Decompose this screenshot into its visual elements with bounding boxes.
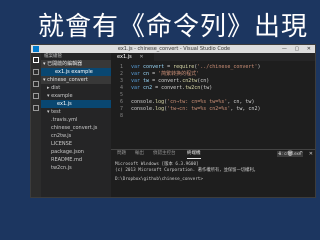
- file-tree-item[interactable]: chinese_convert.js: [41, 124, 111, 132]
- code-token: , cn, tw): [227, 99, 255, 105]
- explorer-tree: ▾ 已開啟的編輯器 ex1.js example ▾ chinese_convert…: [41, 60, 111, 172]
- tab-ex1-js[interactable]: ex1.js ✕: [111, 53, 154, 61]
- file-tree-item[interactable]: cn2tw.js: [41, 132, 111, 140]
- explorer-icon[interactable]: [33, 57, 39, 63]
- code-token: 'cn→tw: cn=%s tw=%s': [167, 99, 228, 105]
- code-token: log: [155, 99, 165, 105]
- code-token: cn2: [143, 85, 153, 91]
- explorer-sidebar: 檔案總管 ▾ 已開啟的編輯器 ex1.js example ▾ chinese_co…: [41, 53, 111, 197]
- code-line[interactable]: 4 var cn2 = convert.tw2cn(tw): [111, 85, 315, 92]
- file-tree-item[interactable]: ▾ example: [41, 92, 111, 100]
- editor-tab-bar: ex1.js ✕: [111, 53, 315, 61]
- code-line[interactable]: 6 console.log('cn→tw: cn=%s tw=%s', cn, t…: [111, 99, 315, 106]
- code-area[interactable]: 1 var convert = require('../chinese_conve…: [111, 61, 315, 120]
- code-token: tw2cn: [185, 85, 201, 91]
- activity-bar: [31, 53, 41, 197]
- explorer-section[interactable]: ▾ chinese_convert: [41, 76, 111, 84]
- tab-label: ex1.js: [117, 54, 132, 60]
- line-number: 7: [119, 106, 123, 112]
- panel-tab[interactable]: 終端機: [187, 150, 201, 159]
- code-token: cn2tw: [182, 78, 198, 84]
- window-controls[interactable]: — ▢ ✕: [282, 45, 314, 53]
- line-number: 6: [119, 99, 123, 105]
- line-number: 4: [119, 85, 123, 91]
- code-token: '../chinese_convert': [197, 64, 258, 70]
- code-token: console.: [131, 106, 156, 112]
- code-token: (tw): [200, 85, 213, 91]
- search-icon[interactable]: [33, 69, 39, 75]
- source-control-icon[interactable]: [33, 81, 39, 87]
- code-line[interactable]: 1 var convert = require('../chinese_conve…: [111, 64, 315, 71]
- code-line[interactable]: 8: [111, 113, 315, 120]
- panel-tab[interactable]: 偵錯主控台: [153, 150, 176, 158]
- slide-title: 就會有《命令列》出現: [38, 12, 309, 42]
- explorer-section[interactable]: ▾ 已開啟的編輯器: [41, 60, 111, 68]
- title-bar: ex1.js - chinese_convert - Visual Studio…: [31, 45, 315, 53]
- terminal[interactable]: Microsoft Windows [版本 6.3.9600] (c) 2013 …: [111, 158, 315, 183]
- code-token: var: [131, 64, 144, 70]
- code-token: require: [173, 64, 195, 70]
- vscode-logo-icon: [33, 46, 39, 52]
- code-token: =: [164, 64, 174, 70]
- code-token: (cn): [197, 78, 210, 84]
- file-tree-item[interactable]: ex1.js example: [41, 68, 111, 76]
- panel-tab[interactable]: 問題: [117, 150, 126, 158]
- debug-icon[interactable]: [33, 93, 39, 99]
- line-number: 5: [119, 92, 123, 98]
- file-tree-item[interactable]: README.md: [41, 156, 111, 164]
- file-tree-item[interactable]: package.json: [41, 148, 111, 156]
- terminal-line: D:\Dropbox\github\chinese_convert>: [115, 177, 203, 182]
- file-tree-item[interactable]: LICENSE: [41, 140, 111, 148]
- file-tree-item[interactable]: .travis.yml: [41, 116, 111, 124]
- window-title: ex1.js - chinese_convert - Visual Studio…: [117, 46, 231, 52]
- explorer-header: 檔案總管: [44, 54, 62, 59]
- bottom-panel: 1: cmd.exe + 🗑 ^ ✕ 問題 輸出 偵錯主控台 終端機 Microsof…: [111, 149, 315, 197]
- file-tree-item[interactable]: ex1.js: [41, 100, 111, 108]
- code-token: log: [155, 106, 165, 112]
- code-token: console.: [131, 99, 156, 105]
- line-number: 8: [119, 113, 123, 119]
- code-token: var: [131, 85, 144, 91]
- code-token: ): [257, 64, 261, 70]
- close-icon[interactable]: ✕: [139, 54, 143, 60]
- code-token: var: [131, 71, 144, 77]
- code-token: = convert.: [149, 78, 183, 84]
- code-token: convert: [143, 64, 165, 70]
- file-tree-item[interactable]: ▸ dist: [41, 84, 111, 92]
- code-line[interactable]: 2 var cn = '简繁转换的程式': [111, 71, 315, 78]
- line-number: 3: [119, 78, 123, 84]
- code-token: , tw, cn2): [230, 106, 261, 112]
- code-token: var: [131, 78, 144, 84]
- code-token: =: [149, 71, 159, 77]
- code-token: 'tw→cn: tw=%s cn2=%s': [167, 106, 231, 112]
- line-number: 2: [119, 71, 123, 77]
- panel-tabs: 1: cmd.exe + 🗑 ^ ✕ 問題 輸出 偵錯主控台 終端機: [111, 150, 315, 159]
- code-line[interactable]: 3 var tw = convert.cn2tw(cn): [111, 78, 315, 85]
- line-number: 1: [119, 64, 123, 70]
- code-token: = convert.: [152, 85, 186, 91]
- file-tree-item[interactable]: tw2cn.js: [41, 164, 111, 172]
- code-line[interactable]: 7 console.log('tw→cn: tw=%s cn2=%s', tw, …: [111, 106, 315, 113]
- code-token: '简繁转换的程式': [158, 71, 200, 77]
- vscode-window: ex1.js - chinese_convert - Visual Studio…: [30, 44, 316, 198]
- code-line[interactable]: 5: [111, 92, 315, 99]
- editor: ex1.js ✕ 1 var convert = require('../chin…: [111, 53, 315, 149]
- panel-tab[interactable]: 輸出: [135, 150, 144, 158]
- panel-action-icons[interactable]: + 🗑 ^ ✕: [277, 150, 315, 158]
- extensions-icon[interactable]: [33, 105, 39, 111]
- file-tree-item[interactable]: ▾ test: [41, 108, 111, 116]
